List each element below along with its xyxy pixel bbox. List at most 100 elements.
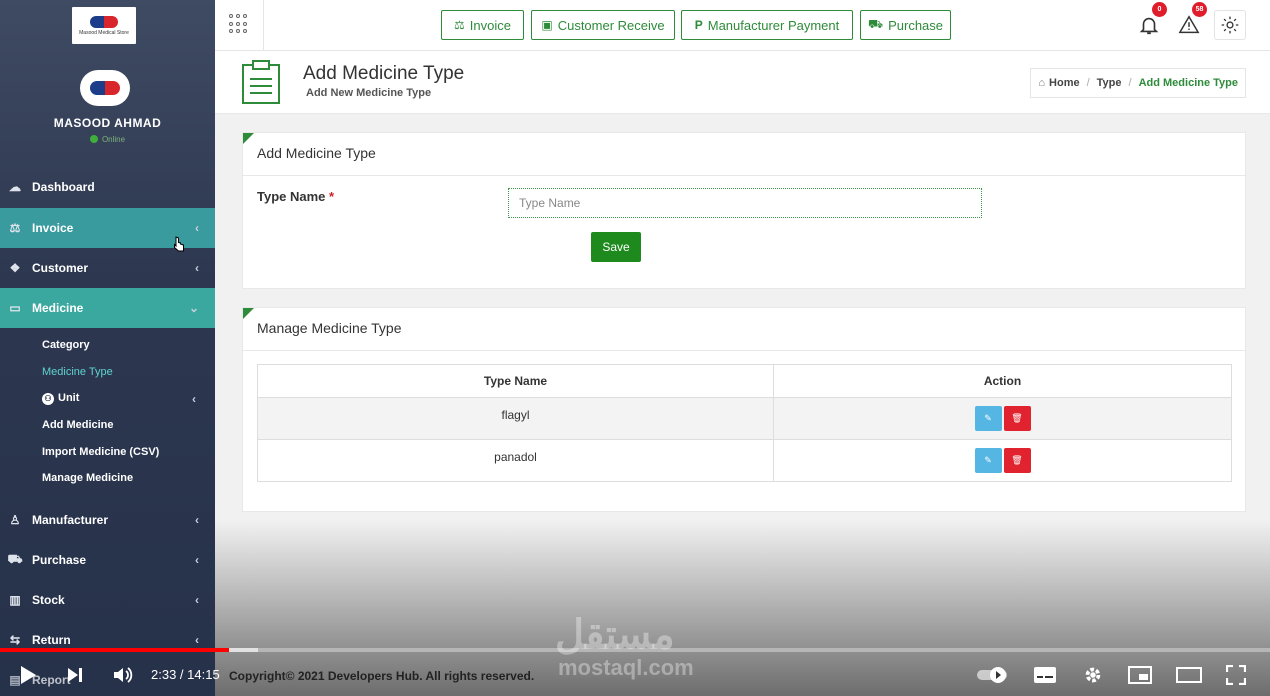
submenu-import-medicine[interactable]: Import Medicine (CSV) <box>42 446 159 458</box>
avatar[interactable] <box>80 70 130 106</box>
page-title: Add Medicine Type <box>303 63 465 84</box>
panel-divider <box>243 175 1245 176</box>
alert-badge: 58 <box>1192 2 1207 17</box>
sidebar-item-label: Stock <box>32 593 65 607</box>
breadcrumb-current: Add Medicine Type <box>1138 77 1238 89</box>
pill-icon <box>90 15 118 28</box>
subtitles-icon[interactable] <box>1033 666 1057 684</box>
breadcrumb-type[interactable]: Type <box>1097 77 1122 89</box>
clipboard-icon <box>242 60 280 104</box>
table-header-row: Type Name Action <box>257 364 1232 398</box>
delete-button[interactable]: 🗑 <box>1003 448 1031 473</box>
video-progress-fill <box>0 648 229 652</box>
type-name-input[interactable] <box>508 188 982 218</box>
dashboard-icon: ☁ <box>9 180 21 194</box>
save-button[interactable]: Save <box>591 232 641 262</box>
sidebar-item-label: Customer <box>32 261 89 275</box>
submenu-medicine-type[interactable]: Medicine Type <box>42 366 113 378</box>
required-mark: * <box>329 189 335 204</box>
user-icon: ♙ <box>9 513 21 527</box>
scale-icon: ⚖ <box>9 221 21 235</box>
sidebar-item-label: Manufacturer <box>32 513 109 527</box>
volume-icon[interactable] <box>112 665 134 685</box>
settings-gear-icon[interactable] <box>1214 10 1246 40</box>
pencil-icon: ✎ <box>984 455 992 465</box>
chevron-left-icon: ‹ <box>195 513 199 527</box>
cart-icon: ⛟ <box>867 17 884 31</box>
purchase-button[interactable]: ⛟ Purchase <box>860 10 951 40</box>
bar-chart-icon: ▥ <box>9 593 21 607</box>
manufacturer-payment-button[interactable]: P Manufacturer Payment <box>681 10 853 40</box>
user-name: MASOOD AHMAD <box>53 116 162 130</box>
table-row: flagyl ✎ 🗑 <box>257 397 1232 440</box>
online-dot-icon <box>89 135 98 143</box>
submenu-manage-medicine[interactable]: Manage Medicine <box>42 472 133 484</box>
type-name-label-text: Type Name <box>257 189 326 204</box>
video-buffer-bar <box>228 648 258 652</box>
sidebar-item-stock[interactable]: ▥ Stock ‹ <box>0 580 215 620</box>
panel-corner <box>243 308 254 319</box>
invoice-button[interactable]: ⚖ Invoice <box>441 10 524 40</box>
submenu-category[interactable]: Category <box>42 339 90 351</box>
breadcrumb-home[interactable]: Home <box>1049 77 1080 89</box>
chevron-left-icon: ‹ <box>192 392 196 406</box>
gear-icon <box>1221 16 1239 34</box>
notification-badge: 0 <box>1152 2 1167 17</box>
type-name-label: Type Name * <box>257 189 334 204</box>
submenu-unit-label: Unit <box>58 392 80 404</box>
sidebar-item-label: Invoice <box>32 221 74 235</box>
invoice-button-label: Invoice <box>469 17 511 33</box>
unit-icon: ⚇ <box>42 393 54 405</box>
sidebar-item-dashboard[interactable]: ☁ Dashboard <box>0 167 215 207</box>
sidebar-item-purchase[interactable]: ⛟ Purchase ‹ <box>0 540 215 580</box>
breadcrumb: ⌂ Home / Type / Add Medicine Type <box>1030 68 1246 98</box>
logo-text: Masood Medical Store <box>79 29 129 36</box>
sidebar-item-label: Return <box>32 633 71 647</box>
panel-divider <box>243 350 1245 351</box>
settings-icon[interactable] <box>1082 664 1104 686</box>
cart-icon: ⛟ <box>7 552 23 566</box>
chevron-left-icon: ‹ <box>195 553 199 567</box>
panel-corner <box>243 133 254 144</box>
customer-receive-button[interactable]: ▣ Customer Receive <box>531 10 675 40</box>
miniplayer-icon[interactable] <box>1128 666 1152 684</box>
column-header-type-name[interactable]: Type Name <box>257 364 774 398</box>
edit-button[interactable]: ✎ <box>974 406 1002 431</box>
money-icon: ▣ <box>541 18 553 32</box>
apps-grid-icon[interactable] <box>229 14 249 34</box>
store-logo[interactable]: Masood Medical Store <box>72 7 136 44</box>
panel-title: Add Medicine Type <box>257 145 376 161</box>
edit-button[interactable]: ✎ <box>974 448 1002 473</box>
play-icon[interactable] <box>18 664 38 686</box>
type-name-cell: flagyl <box>257 397 774 440</box>
next-icon[interactable] <box>66 666 84 684</box>
return-icon: ⇆ <box>9 633 21 647</box>
bell-icon <box>1139 17 1159 35</box>
theater-mode-icon[interactable] <box>1176 666 1202 684</box>
type-name-cell: panadol <box>257 439 774 482</box>
breadcrumb-separator: / <box>1086 77 1090 89</box>
top-bar: ⚖ Invoice ▣ Customer Receive P Manufacturer… <box>215 0 1270 51</box>
watermark-sub: mostaql.com <box>558 655 694 680</box>
manage-type-panel: Manage Medicine Type Type Name Action fl… <box>242 307 1246 512</box>
sidebar-item-label: Purchase <box>32 553 87 567</box>
paypal-icon: P <box>694 18 703 32</box>
fullscreen-icon[interactable] <box>1226 665 1246 685</box>
alert-warning-icon[interactable]: 58 <box>1173 2 1207 40</box>
panel-title: Manage Medicine Type <box>257 320 402 336</box>
manufacturer-payment-label: Manufacturer Payment <box>707 17 840 33</box>
purchase-button-label: Purchase <box>888 17 944 33</box>
chevron-left-icon: ‹ <box>195 633 199 647</box>
sidebar-item-return[interactable]: ⇆ Return ‹ <box>0 620 215 660</box>
user-status-text: Online <box>101 135 126 144</box>
notification-bell-icon[interactable]: 0 <box>1133 2 1167 40</box>
page-subtitle: Add New Medicine Type <box>306 87 432 99</box>
delete-button[interactable]: 🗑 <box>1003 406 1031 431</box>
sidebar-item-manufacturer[interactable]: ♙ Manufacturer ‹ <box>0 500 215 540</box>
autoplay-toggle-icon[interactable] <box>976 666 1010 684</box>
sidebar-item-medicine[interactable]: ▭ Medicine ⌄ <box>0 288 215 328</box>
submenu-unit[interactable]: ⚇ Unit ‹ <box>42 392 196 406</box>
sidebar-item-customer[interactable]: ❖ Customer ‹ <box>0 248 215 288</box>
action-cell: ✎ 🗑 <box>773 439 1232 482</box>
submenu-add-medicine[interactable]: Add Medicine <box>42 419 114 431</box>
